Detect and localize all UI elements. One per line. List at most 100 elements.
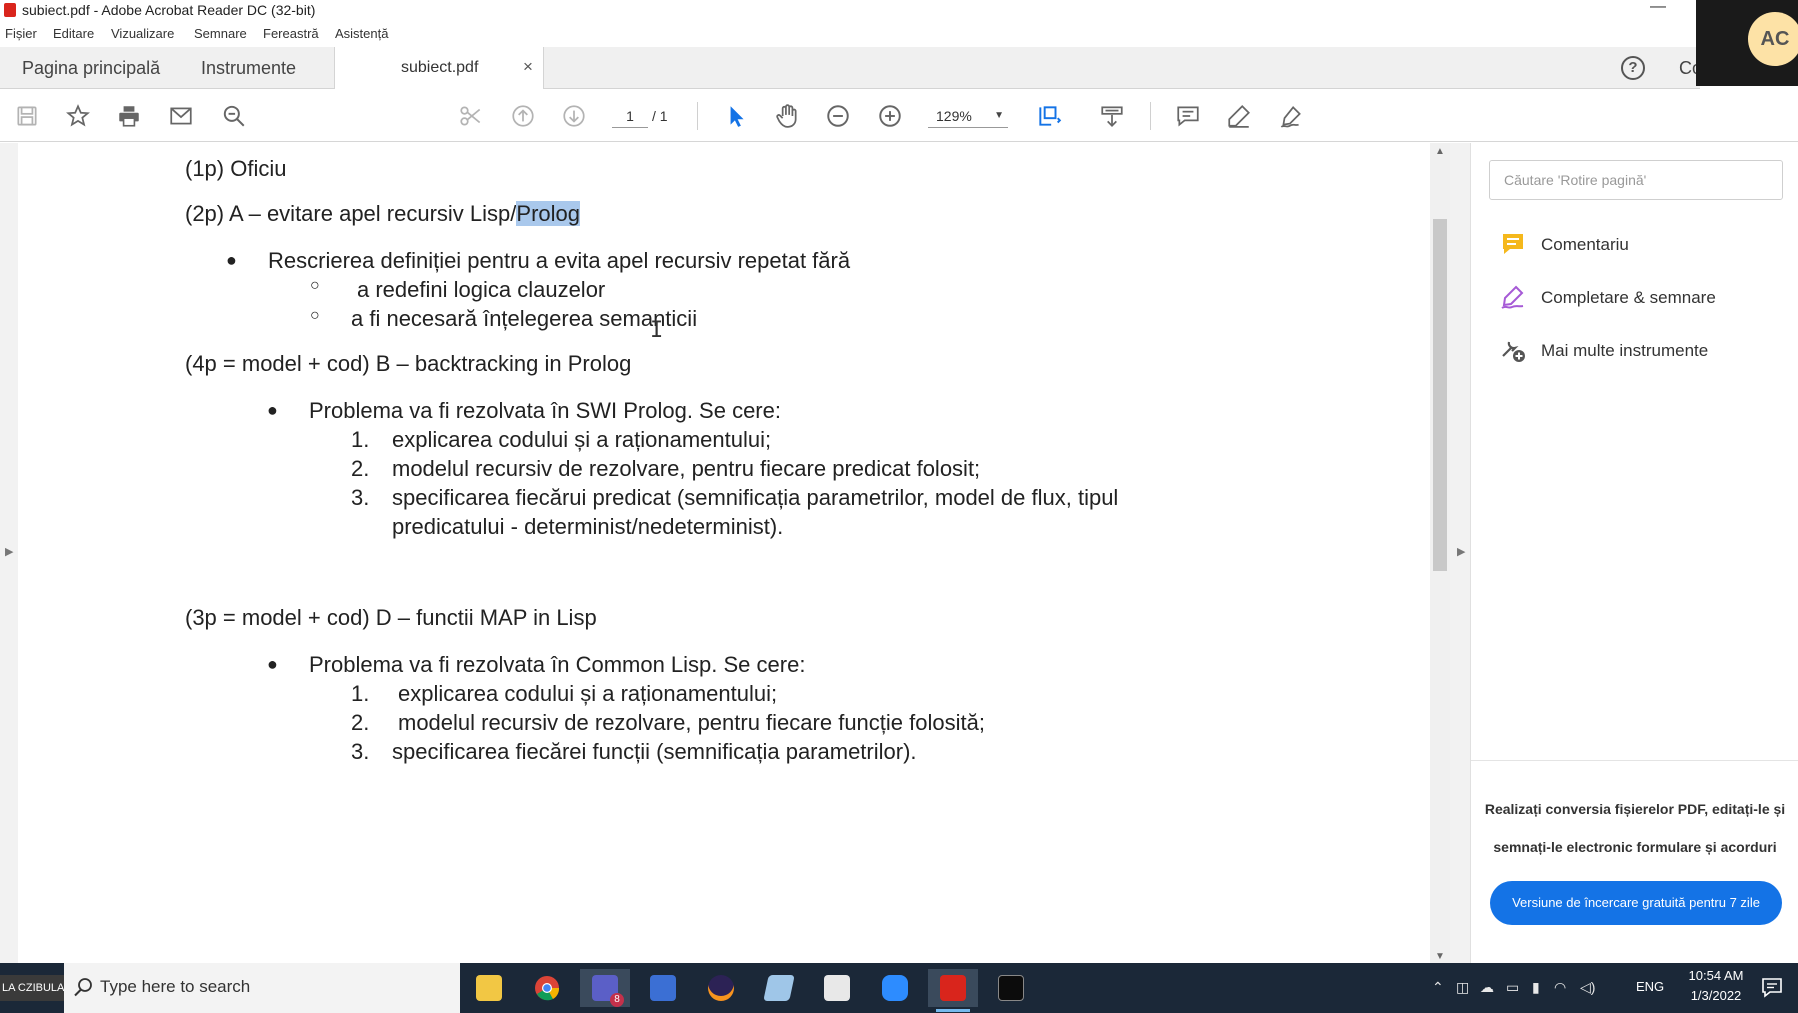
- list-number: 3.: [351, 485, 370, 510]
- wifi-icon[interactable]: ◠: [1554, 979, 1566, 996]
- save-icon[interactable]: [10, 99, 44, 133]
- system-tray: ⌃ ◫ ☁ ▭ ▮ ◠ ◁) ENG 10:54 AM 1/3/2022: [1418, 963, 1798, 1013]
- clock-date[interactable]: 1/3/2022: [1670, 988, 1762, 1003]
- doc-line-section-b: (4p = model + cod) B – backtracking in P…: [185, 351, 632, 376]
- zoom-icon[interactable]: [870, 969, 920, 1007]
- right-panel-toggle[interactable]: ▶: [1450, 143, 1470, 963]
- avatar: AC: [1748, 12, 1798, 66]
- zoom-out-icon[interactable]: [821, 99, 855, 133]
- chevron-up-icon[interactable]: ⌃: [1432, 979, 1444, 996]
- teams-icon[interactable]: 8: [580, 969, 630, 1007]
- photos-icon[interactable]: [812, 969, 862, 1007]
- help-icon[interactable]: ?: [1621, 56, 1645, 80]
- tab-tools[interactable]: Instrumente: [201, 58, 296, 79]
- tool-more-tools-label: Mai multe instrumente: [1541, 341, 1709, 360]
- acrobat-pdf-icon: [4, 3, 16, 17]
- close-tab-icon[interactable]: ×: [523, 57, 533, 77]
- tool-fill-sign-label: Completare & semnare: [1541, 288, 1716, 307]
- active-indicator: [936, 1009, 970, 1012]
- sign-icon[interactable]: [1274, 99, 1308, 133]
- tab-home[interactable]: Pagina principală: [22, 58, 160, 79]
- collapse-right-icon: ▶: [1457, 546, 1466, 558]
- selected-text: Prolog: [516, 201, 580, 226]
- teams-badge: 8: [610, 993, 624, 1007]
- taskbar-search-placeholder: Type here to search: [100, 977, 251, 996]
- scroll-down-icon[interactable]: ▼: [1435, 951, 1445, 962]
- left-panel-toggle[interactable]: ▶: [0, 143, 18, 963]
- doc-line-oficiu: (1p) Oficiu: [185, 156, 287, 181]
- menu-item-semnare[interactable]: Semnare: [194, 26, 247, 41]
- volume-icon[interactable]: ◁): [1580, 979, 1595, 996]
- eclipse-icon[interactable]: [696, 969, 746, 1007]
- free-trial-button[interactable]: Versiune de încercare gratuită pentru 7 …: [1490, 881, 1782, 925]
- taskbar-search-box[interactable]: Type here to search: [64, 963, 460, 1013]
- acrobat-icon[interactable]: [928, 969, 978, 1012]
- onedrive-icon[interactable]: ☁: [1480, 979, 1494, 996]
- scroll-mode-icon[interactable]: [1095, 99, 1129, 133]
- list-number: 2.: [351, 456, 370, 481]
- print-icon[interactable]: [112, 99, 146, 133]
- sub-bullet: ○: [310, 277, 320, 294]
- meet-now-icon[interactable]: ◫: [1456, 979, 1469, 996]
- tools-search-input[interactable]: Căutare 'Rotire pagină': [1489, 160, 1783, 200]
- fit-page-icon[interactable]: [1032, 99, 1066, 133]
- scissors-icon[interactable]: [454, 99, 488, 133]
- menu-item-fisier[interactable]: Fișier: [5, 26, 37, 41]
- doc-text: (2p) A – evitare apel recursiv Lisp/: [185, 201, 517, 226]
- clock-time[interactable]: 10:54 AM: [1670, 968, 1762, 983]
- page-up-icon[interactable]: [506, 99, 540, 133]
- scrollbar-thumb[interactable]: [1433, 219, 1447, 571]
- page-number-input[interactable]: 1: [612, 104, 648, 128]
- doc-line: Rescrierea definiției pentru a evita ape…: [268, 248, 851, 273]
- comment-icon[interactable]: [1171, 99, 1205, 133]
- zoom-in-icon[interactable]: [873, 99, 907, 133]
- doc-line: modelul recursiv de rezolvare, pentru fi…: [398, 710, 985, 735]
- text-cursor-icon: I: [650, 318, 664, 343]
- save-disk-icon[interactable]: [638, 969, 688, 1007]
- language-indicator[interactable]: ENG: [1636, 979, 1664, 994]
- user-label: LA CZIBULA: [0, 975, 64, 1001]
- page-down-icon[interactable]: [557, 99, 591, 133]
- menu-item-fereastra[interactable]: Fereastră: [263, 26, 319, 41]
- scroll-up-icon[interactable]: ▲: [1435, 146, 1445, 157]
- email-icon[interactable]: [164, 99, 198, 133]
- battery-icon[interactable]: ▭: [1506, 979, 1519, 996]
- tools-pane: Căutare 'Rotire pagină' Comentariu Compl…: [1470, 143, 1798, 963]
- bullet: ●: [267, 654, 278, 674]
- menu-item-editare[interactable]: Editare: [53, 26, 94, 41]
- list-number: 2.: [351, 710, 370, 735]
- toolbar-divider: [697, 102, 698, 130]
- vertical-scrollbar[interactable]: ▲ ▼: [1430, 143, 1450, 963]
- bookmark-star-icon[interactable]: [61, 99, 95, 133]
- doc-line: explicarea codului și a raționamentului;: [398, 681, 778, 706]
- doc-line: specificarea fiecărei funcții (semnifica…: [392, 739, 917, 764]
- doc-line: Problema va fi rezolvata în Common Lisp.…: [309, 652, 806, 677]
- notification-icon[interactable]: [1760, 975, 1784, 999]
- tab-document[interactable]: subiect.pdf ×: [334, 47, 544, 89]
- chrome-icon[interactable]: [522, 969, 572, 1007]
- document-viewer[interactable]: ▶ (1p) Oficiu (2p) A – evitare apel recu…: [0, 143, 1470, 963]
- sub-bullet: ○: [310, 307, 320, 324]
- windows-taskbar: LA CZIBULA Type here to search 8 ⌃ ◫ ☁ ▭…: [0, 963, 1798, 1013]
- minimize-button[interactable]: —: [1650, 0, 1666, 16]
- doc-line: predicatului - determinist/nedeterminist…: [392, 514, 784, 539]
- comment-tool-icon: [1503, 234, 1523, 254]
- tool-comment-label: Comentariu: [1541, 235, 1629, 254]
- window-title-bar: subiect.pdf - Adobe Acrobat Reader DC (3…: [0, 0, 1798, 22]
- terminal-icon[interactable]: [986, 969, 1036, 1007]
- menu-item-vizualizare[interactable]: Vizualizare: [111, 26, 174, 41]
- window-title: subiect.pdf - Adobe Acrobat Reader DC (3…: [22, 2, 316, 18]
- microphone-icon[interactable]: ▮: [1532, 979, 1540, 996]
- menu-item-asistenta[interactable]: Asistență: [335, 26, 388, 41]
- file-explorer-icon[interactable]: [464, 969, 514, 1007]
- bullet: ●: [226, 250, 237, 270]
- search-zoom-icon[interactable]: [217, 99, 251, 133]
- notes-icon[interactable]: [754, 969, 804, 1007]
- expand-left-icon: ▶: [5, 546, 14, 558]
- tab-document-label: subiect.pdf: [401, 59, 479, 76]
- select-cursor-icon[interactable]: [719, 99, 753, 133]
- hand-icon[interactable]: [770, 99, 804, 133]
- doc-line-section-a: (2p) A – evitare apel recursiv Lisp/Prol…: [185, 201, 580, 227]
- highlight-pen-icon[interactable]: [1222, 99, 1256, 133]
- zoom-level-select[interactable]: 129% ▼: [928, 104, 1008, 128]
